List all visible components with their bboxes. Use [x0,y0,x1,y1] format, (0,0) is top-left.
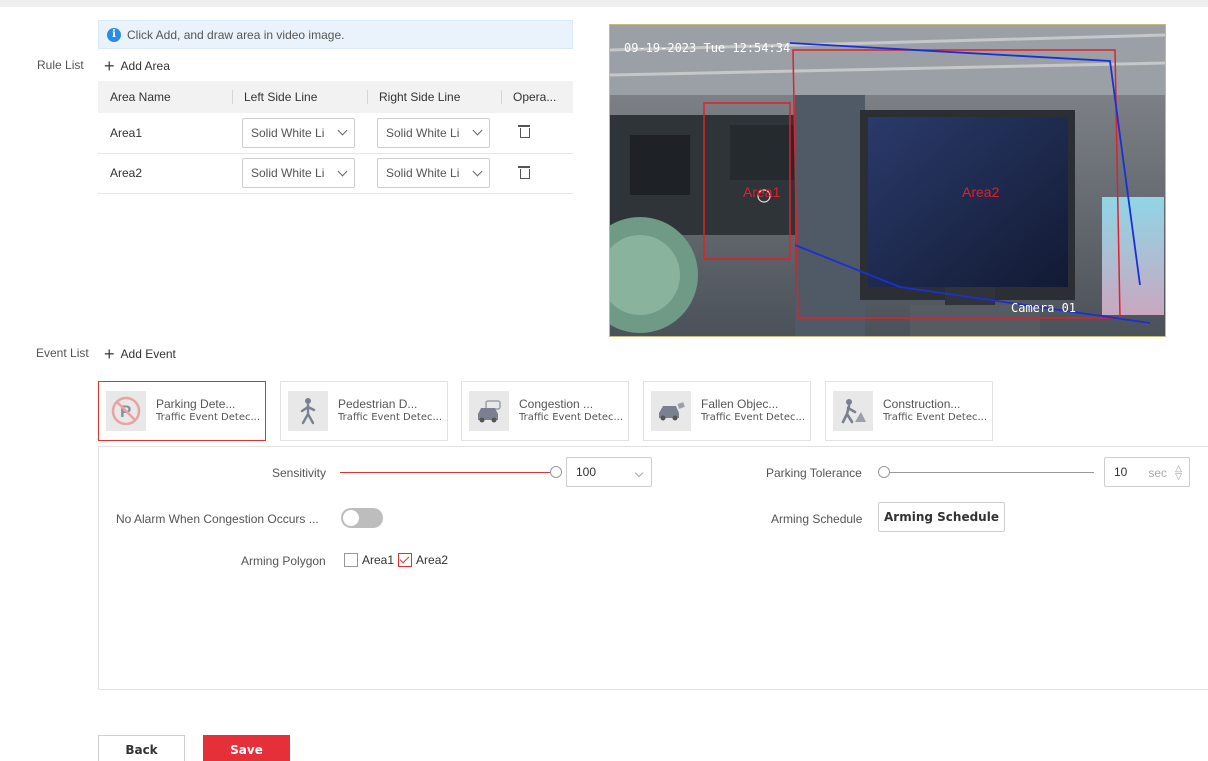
video-timestamp: 09-19-2023 Tue 12:54:34 [624,41,791,55]
back-button[interactable]: Back [98,735,185,761]
parking-tolerance-slider-track[interactable] [878,472,1094,473]
event-title: Construction... [883,397,961,411]
save-button[interactable]: Save [203,735,290,761]
info-banner: i Click Add, and draw area in video imag… [98,20,573,49]
event-subtitle: Traffic Event Detec... [338,412,443,423]
event-config-panel [98,446,1208,690]
rule-table: Area Name Left Side Line Right Side Line… [98,81,573,194]
area1-checkbox-label: Area1 [362,553,395,567]
chevron-down-icon [337,125,348,136]
sensitivity-slider-track[interactable] [340,472,552,473]
rule-list-label: Rule List [37,58,84,72]
construction-icon [833,391,873,431]
event-subtitle: Traffic Event Detec... [156,412,261,423]
camera-label: Camera 01 [1011,301,1077,315]
add-area-button[interactable]: + Add Area [104,56,170,76]
column-operation: Opera... [501,81,573,113]
parking-tolerance-label: Parking Tolerance [766,466,862,480]
no-alarm-congestion-toggle[interactable] [341,508,383,528]
right-side-line-select[interactable]: Solid White Li [377,117,490,148]
info-icon: i [107,27,121,42]
event-card-parking-detection[interactable]: P Parking Dete... Traffic Event Detec... [98,381,266,441]
event-card-congestion-detection[interactable]: Congestion ... Traffic Event Detec... [461,381,629,441]
column-area-name: Area Name [98,81,232,113]
unit-label: sec [1148,466,1167,480]
event-card-construction-detection[interactable]: Construction... Traffic Event Detec... [825,381,993,441]
event-title: Pedestrian D... [338,397,418,411]
no-parking-icon: P [106,391,146,431]
video-frame [610,25,1165,336]
plus-icon: + [104,344,115,364]
event-card-pedestrian-detection[interactable]: Pedestrian D... Traffic Event Detec... [280,381,448,441]
area-name-cell: Area1 [98,113,232,154]
congestion-icon [469,391,509,431]
no-alarm-congestion-label: No Alarm When Congestion Occurs ... [116,512,319,526]
area1-checkbox[interactable] [344,553,358,567]
parking-tolerance-input[interactable]: 10 sec △ ▽ [1104,457,1190,487]
video-preview[interactable]: 09-19-2023 Tue 12:54:34 Camera 01 Area1 … [609,24,1166,337]
parking-tolerance-slider-handle[interactable] [878,466,890,478]
left-side-line-select[interactable]: Solid White Li [242,117,355,148]
sensitivity-input[interactable]: 100 [566,457,652,487]
column-right-side-line: Right Side Line [367,81,501,113]
event-subtitle: Traffic Event Detec... [883,412,988,423]
fallen-object-icon [651,391,691,431]
chevron-down-icon [634,468,644,478]
left-side-line-select[interactable]: Solid White Li [242,158,355,188]
arming-schedule-button[interactable]: Arming Schedule [878,502,1005,532]
delete-icon[interactable] [518,165,530,179]
event-subtitle: Traffic Event Detec... [519,412,624,423]
arming-polygon-label: Arming Polygon [241,554,326,568]
event-card-fallen-object-detection[interactable]: Fallen Objec... Traffic Event Detec... [643,381,811,441]
delete-icon[interactable] [518,125,530,139]
event-subtitle: Traffic Event Detec... [701,412,806,423]
table-header-row: Area Name Left Side Line Right Side Line… [98,81,573,113]
event-title: Congestion ... [519,397,594,411]
chevron-down-icon [472,166,483,176]
area2-checkbox-label: Area2 [416,553,449,567]
add-event-label: Add Event [120,347,176,361]
chevron-down-icon [337,166,348,176]
arming-schedule-label: Arming Schedule [771,512,863,526]
area2-checkbox[interactable] [398,553,413,567]
pedestrian-icon [288,391,328,431]
sensitivity-label: Sensitivity [272,466,327,480]
event-list-label: Event List [36,346,89,360]
area1-overlay-label: Area1 [743,184,781,200]
event-title: Fallen Objec... [701,397,779,411]
table-row: Area1 Solid White Li Solid White Li [98,113,573,154]
stepper-icon: △ ▽ [1175,463,1182,481]
right-side-line-select[interactable]: Solid White Li [377,158,490,188]
event-title: Parking Dete... [156,397,236,411]
area-name-cell: Area2 [98,153,232,194]
add-event-button[interactable]: + Add Event [104,344,176,364]
column-left-side-line: Left Side Line [232,81,367,113]
arming-polygon-options: Area1 Area2 [344,553,448,567]
area2-overlay-label: Area2 [962,184,1000,200]
table-row: Area2 Solid White Li Solid White Li [98,153,573,194]
top-bar [0,0,1208,7]
sensitivity-slider-handle[interactable] [550,466,562,478]
chevron-down-icon [472,125,483,136]
add-area-label: Add Area [120,59,170,73]
plus-icon: + [104,56,115,76]
info-text: Click Add, and draw area in video image. [127,27,345,42]
